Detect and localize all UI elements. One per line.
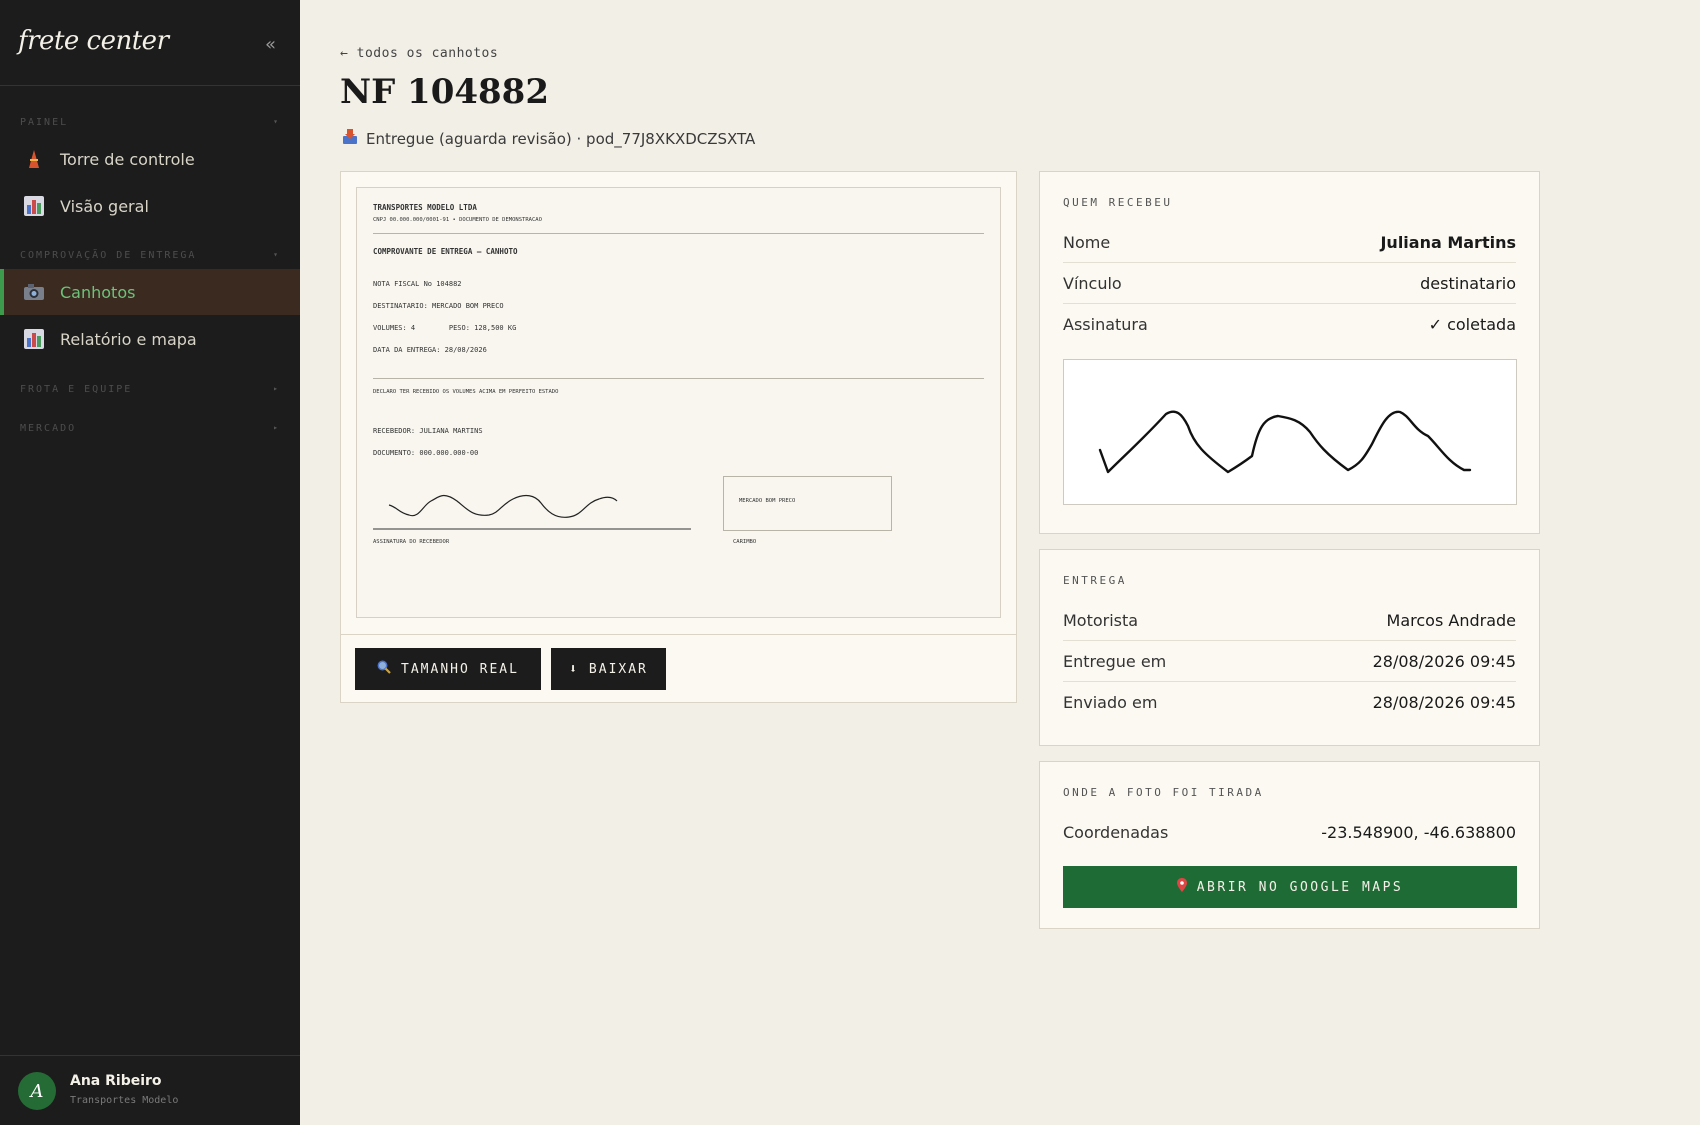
section-label: PAINEL xyxy=(20,117,69,128)
status-text: Entregue (aguarda revisão) · pod_77J8XKX… xyxy=(366,129,756,148)
download-button[interactable]: ⬇ BAIXAR xyxy=(551,648,666,690)
button-label: TAMANHO REAL xyxy=(401,661,519,677)
received-row-name: Nome Juliana Martins xyxy=(1063,222,1516,263)
sidebar-item-torre-de-controle[interactable]: Torre de controle xyxy=(0,136,300,182)
received-row-link: Vínculo destinatario xyxy=(1063,263,1516,304)
status-line: Entregue (aguarda revisão) · pod_77J8XKX… xyxy=(342,128,755,149)
photo-actions: TAMANHO REAL ⬇ BAIXAR xyxy=(341,634,1016,702)
signature-image xyxy=(1063,359,1517,505)
page-title: NF 104882 xyxy=(340,72,549,112)
received-panel: QUEM RECEBEU Nome Juliana Martins Víncul… xyxy=(1039,171,1540,534)
doc-company: TRANSPORTES MODELO LTDA xyxy=(373,203,477,212)
tower-icon xyxy=(22,148,46,170)
doc-stamp-box: MERCADO BOM PRECO xyxy=(723,476,892,531)
row-value: destinatario xyxy=(1420,273,1516,293)
doc-heading: COMPROVANTE DE ENTREGA — CANHOTO xyxy=(373,247,518,256)
user-profile[interactable]: A Ana Ribeiro Transportes Modelo xyxy=(0,1055,300,1125)
delivery-row-sent-at: Enviado em 28/08/2026 09:45 xyxy=(1063,682,1516,723)
panel-heading: ONDE A FOTO FOI TIRADA xyxy=(1063,786,1264,799)
doc-volumes: VOLUMES: 4 PESO: 128,500 KG xyxy=(373,324,517,332)
doc-divider xyxy=(373,233,984,234)
doc-stamp-text: MERCADO BOM PRECO xyxy=(739,498,796,504)
sidebar-item-label: Canhotos xyxy=(60,282,136,302)
sidebar-item-label: Visão geral xyxy=(60,196,149,216)
sidebar-item-visao-geral[interactable]: Visão geral xyxy=(0,183,300,229)
avatar: A xyxy=(18,1072,56,1110)
doc-document: DOCUMENTO: 000.000.000-00 xyxy=(373,449,479,457)
row-value: Juliana Martins xyxy=(1380,232,1516,252)
camera-icon xyxy=(22,281,46,303)
doc-dest: DESTINATARIO: MERCADO BOM PRECO xyxy=(373,302,504,310)
row-key: Enviado em xyxy=(1063,693,1158,712)
inbox-tray-icon xyxy=(342,128,358,149)
sidebar-item-label: Relatório e mapa xyxy=(60,329,197,349)
row-key: Coordenadas xyxy=(1063,823,1169,842)
download-icon: ⬇ xyxy=(569,661,579,677)
bar-chart-icon xyxy=(22,195,46,217)
chevron-icon: ▾ xyxy=(273,117,280,126)
section-painel[interactable]: PAINEL ▾ xyxy=(20,117,280,128)
row-key: Assinatura xyxy=(1063,315,1148,334)
doc-signature-image xyxy=(373,494,691,530)
doc-nf: NOTA FISCAL No 104882 xyxy=(373,280,462,288)
sidebar-item-label: Torre de controle xyxy=(60,149,195,169)
row-key: Entregue em xyxy=(1063,651,1167,671)
doc-sig-caption: ASSINATURA DO RECEBEDOR xyxy=(373,539,450,545)
doc-cnpj: CNPJ 00.000.000/0001-91 • DOCUMENTO DE D… xyxy=(373,217,542,223)
section-mercado[interactable]: MERCADO ▸ xyxy=(20,423,280,434)
row-value: ✓ coletada xyxy=(1428,315,1516,334)
received-row-signature: Assinatura ✓ coletada xyxy=(1063,304,1516,345)
magnifier-icon xyxy=(377,660,391,678)
coordinates-value: -23.548900, -46.638800 xyxy=(1321,823,1516,842)
button-label: BAIXAR xyxy=(588,661,648,677)
user-name: Ana Ribeiro xyxy=(70,1073,162,1089)
button-label: ABRIR NO GOOGLE MAPS xyxy=(1196,879,1404,895)
location-panel: ONDE A FOTO FOI TIRADA Coordenadas -23.5… xyxy=(1039,761,1540,929)
panel-heading: QUEM RECEBEU xyxy=(1063,196,1173,209)
real-size-button[interactable]: TAMANHO REAL xyxy=(355,648,541,690)
row-value: 28/08/2026 09:45 xyxy=(1372,651,1516,671)
row-key: Vínculo xyxy=(1063,273,1122,293)
chevron-icon: ▸ xyxy=(273,423,280,432)
chevron-icon: ▾ xyxy=(273,250,280,259)
doc-date: DATA DA ENTREGA: 28/08/2026 xyxy=(373,346,487,354)
section-comprovacao[interactable]: COMPROVAÇÃO DE ENTREGA ▾ xyxy=(20,250,280,261)
brand-logo[interactable]: frete center xyxy=(18,26,169,56)
sidebar: frete center « PAINEL ▾ Torre de control… xyxy=(0,0,300,1125)
delivery-receipt-photo[interactable]: TRANSPORTES MODELO LTDA CNPJ 00.000.000/… xyxy=(356,187,1001,618)
delivery-row-delivered-at: Entregue em 28/08/2026 09:45 xyxy=(1063,641,1516,682)
sidebar-item-relatorio-e-mapa[interactable]: Relatório e mapa xyxy=(0,316,300,362)
row-key: Nome xyxy=(1063,232,1111,252)
collapse-sidebar-icon[interactable]: « xyxy=(265,34,276,55)
doc-divider xyxy=(373,378,984,379)
delivery-panel: ENTREGA Motorista Marcos Andrade Entregu… xyxy=(1039,549,1540,746)
user-org: Transportes Modelo xyxy=(70,1095,179,1106)
sidebar-item-canhotos[interactable]: Canhotos xyxy=(0,269,300,315)
row-key: Motorista xyxy=(1063,610,1139,630)
brand-row: frete center « xyxy=(0,0,300,86)
doc-stamp-caption: CARIMBO xyxy=(733,539,757,545)
chevron-icon: ▸ xyxy=(273,384,280,393)
section-label: FROTA E EQUIPE xyxy=(20,384,133,395)
bar-chart-icon xyxy=(22,328,46,350)
open-google-maps-button[interactable]: ABRIR NO GOOGLE MAPS xyxy=(1063,866,1517,908)
photo-card: TRANSPORTES MODELO LTDA CNPJ 00.000.000/… xyxy=(340,171,1017,703)
delivery-row-driver: Motorista Marcos Andrade xyxy=(1063,600,1516,641)
row-value: 28/08/2026 09:45 xyxy=(1372,693,1516,712)
section-label: COMPROVAÇÃO DE ENTREGA xyxy=(20,250,197,261)
doc-declaration: DECLARO TER RECEBIDO OS VOLUMES ACIMA EM… xyxy=(373,389,559,395)
section-label: MERCADO xyxy=(20,423,77,434)
panel-heading: ENTREGA xyxy=(1063,574,1127,587)
location-row-coords: Coordenadas -23.548900, -46.638800 xyxy=(1063,812,1516,853)
doc-receiver: RECEBEDOR: JULIANA MARTINS xyxy=(373,427,483,435)
back-link[interactable]: ← todos os canhotos xyxy=(340,46,498,61)
row-value: Marcos Andrade xyxy=(1386,610,1516,630)
pin-icon xyxy=(1176,878,1187,896)
section-frota-e-equipe[interactable]: FROTA E EQUIPE ▸ xyxy=(20,384,280,395)
